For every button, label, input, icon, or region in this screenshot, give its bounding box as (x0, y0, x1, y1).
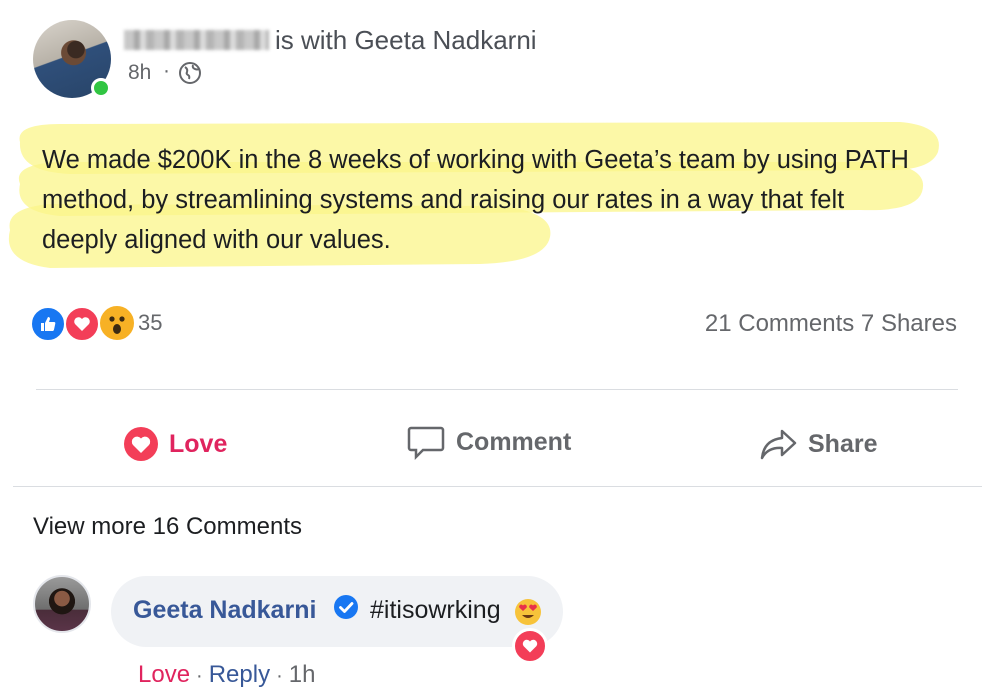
share-arrow-icon (760, 429, 797, 460)
comment-action-separator: · (276, 665, 283, 687)
poster-name-blurred[interactable] (124, 30, 269, 50)
comment-action-separator: · (196, 665, 203, 687)
globe-icon[interactable] (178, 61, 202, 85)
divider (36, 389, 958, 390)
comment-love-link[interactable]: Love (138, 661, 190, 689)
comment-reply-link[interactable]: Reply (209, 661, 270, 689)
tagged-with-text[interactable]: is with Geeta Nadkarni (275, 25, 537, 56)
online-status-dot (91, 78, 111, 98)
comment-author[interactable]: Geeta Nadkarni (133, 596, 316, 625)
comment-love-reaction-icon[interactable] (512, 628, 548, 664)
comment-button-label: Comment (456, 427, 572, 456)
comment-timestamp[interactable]: 1h (289, 661, 316, 689)
meta-separator: · (163, 59, 170, 82)
love-reaction-icon (124, 427, 158, 461)
post-timestamp[interactable]: 8h (128, 61, 151, 85)
comment-button[interactable]: Comment (406, 422, 571, 462)
comment-text: #itisowrking (370, 596, 501, 624)
divider (13, 486, 982, 487)
love-button[interactable]: Love (123, 426, 227, 462)
comment-actions: Love · Reply · 1h (138, 661, 315, 689)
reaction-count[interactable]: 35 (138, 310, 162, 336)
wow-icon[interactable] (98, 304, 136, 342)
verified-badge-icon (334, 595, 358, 619)
comment-bubble-icon (407, 426, 445, 461)
heart-eyes-emoji-icon (515, 599, 541, 625)
like-icon[interactable] (30, 306, 66, 342)
comments-shares-count[interactable]: 21 Comments 7 Shares (705, 310, 957, 338)
share-button-label: Share (808, 429, 878, 458)
view-more-comments-link[interactable]: View more 16 Comments (33, 513, 302, 541)
love-button-label: Love (169, 429, 228, 458)
post-body: We made $200K in the 8 weeks of working … (42, 146, 909, 254)
commenter-avatar[interactable] (33, 575, 91, 633)
share-button[interactable]: Share (758, 426, 877, 462)
love-icon[interactable] (64, 306, 100, 342)
